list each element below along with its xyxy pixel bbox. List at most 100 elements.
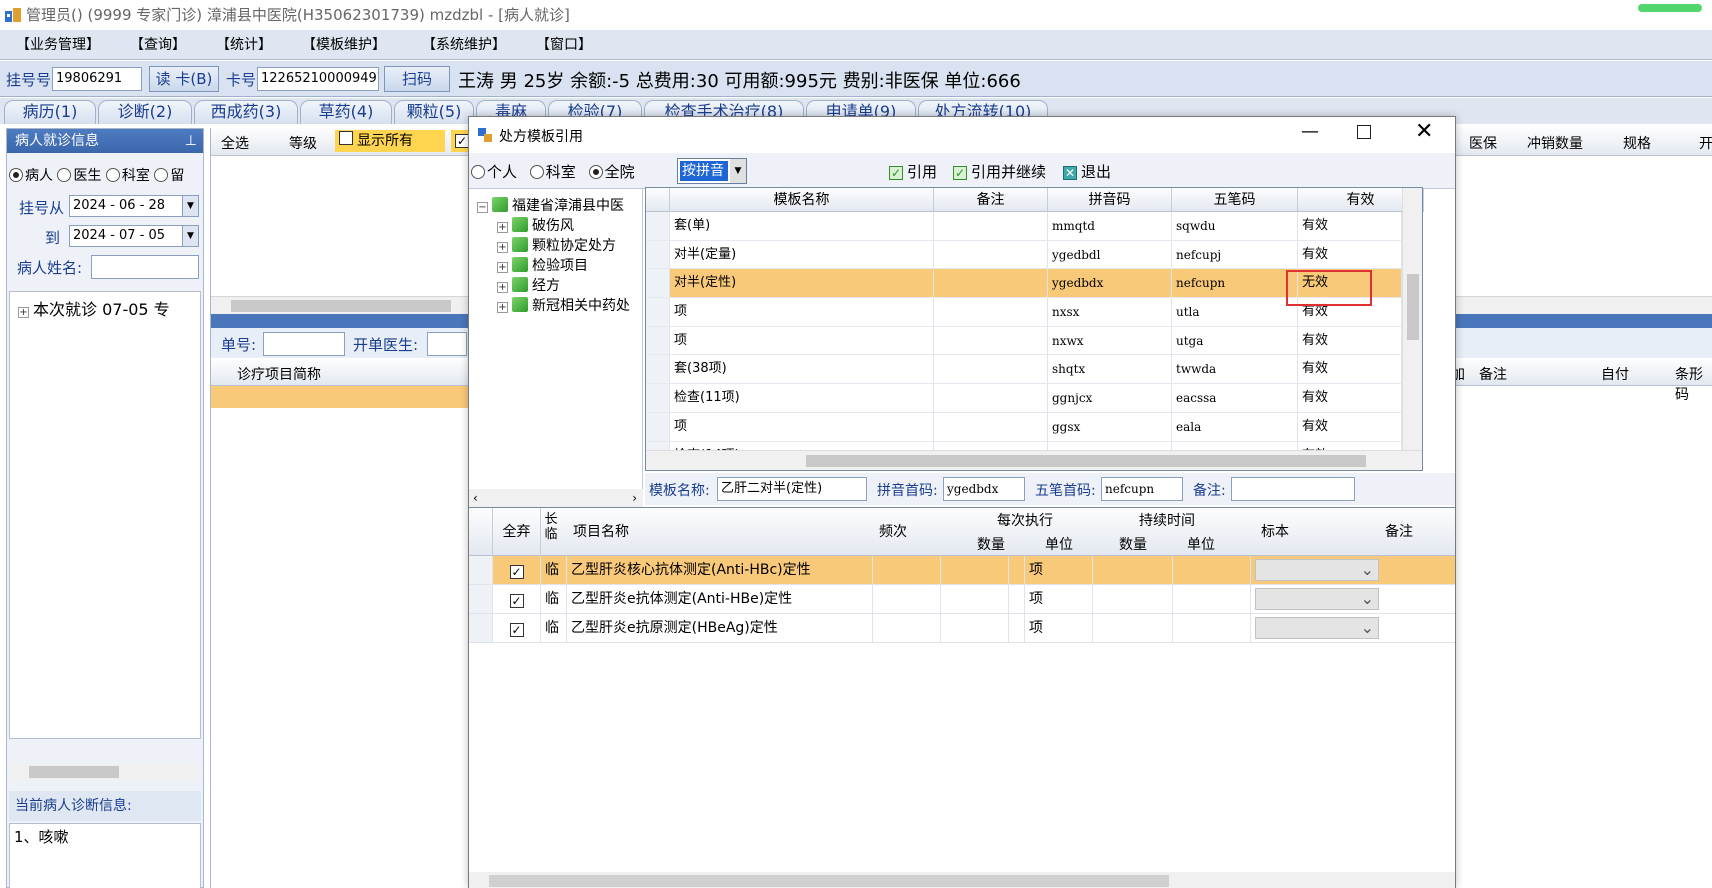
template-row[interactable]: 套(单) mmqtd sqwdu 有效 <box>646 212 1402 241</box>
menu-stats[interactable]: 【统计】 <box>216 36 272 54</box>
template-row[interactable]: 项 ggsx eala 有效 <box>646 412 1402 442</box>
cell-empty[interactable] <box>1009 556 1025 584</box>
detail-row[interactable]: ✓ 临乙型肝炎e抗原测定(HBeAg)定性 项 <box>469 614 1455 643</box>
discard-checkbox[interactable]: ✓ <box>493 585 541 613</box>
cell-empty[interactable] <box>941 585 1009 613</box>
apply-button[interactable]: ✓ 引用 <box>889 161 937 182</box>
tab-medical-record[interactable]: 病历(1) <box>4 100 96 124</box>
chevron-down-icon[interactable]: ▼ <box>730 159 746 183</box>
chevron-right-icon[interactable]: › <box>632 489 637 507</box>
chevron-down-icon[interactable]: ▼ <box>182 196 198 216</box>
expand-icon[interactable]: + <box>18 307 29 318</box>
visit-tree-item[interactable]: + 本次就诊 07-05 专 <box>18 296 170 320</box>
cell-empty[interactable] <box>873 585 941 613</box>
read-card-button[interactable]: 读 卡(B) <box>149 66 219 92</box>
cell-empty[interactable] <box>941 556 1009 584</box>
cell-empty[interactable] <box>1093 614 1173 642</box>
tree-item-tetanus[interactable]: + 破伤风 <box>497 215 574 235</box>
horizontal-scrollbar[interactable] <box>9 763 201 781</box>
tree-item-granule[interactable]: + 颗粒协定处方 <box>497 235 616 255</box>
tree-item-covid[interactable]: + 新冠相关中药处 <box>497 295 643 315</box>
col-template-name[interactable]: 模板名称 <box>670 188 934 212</box>
template-row[interactable]: 套(38项) shqtx twwda 有效 <box>646 355 1402 385</box>
scrollbar-thumb[interactable] <box>29 766 119 778</box>
scrollbar-thumb[interactable] <box>806 455 1366 467</box>
menu-business[interactable]: 【业务管理】 <box>16 36 100 54</box>
scrollbar-thumb[interactable] <box>489 875 1169 887</box>
cell-empty[interactable] <box>1173 614 1251 642</box>
search-mode-select[interactable]: 按拼音 ▼ <box>677 158 747 184</box>
cell-empty[interactable] <box>873 614 941 642</box>
order-number-input[interactable] <box>263 332 345 356</box>
tree-item-lab[interactable]: + 检验项目 <box>497 255 588 275</box>
template-row[interactable]: 项 nxwx utga 有效 <box>646 326 1402 356</box>
chevron-down-icon[interactable]: ▼ <box>182 226 198 246</box>
specimen-dropdown[interactable] <box>1255 585 1379 613</box>
cell-empty[interactable] <box>1093 556 1173 584</box>
template-row[interactable]: 对半(定量) ygedbdl nefcupj 有效 <box>646 240 1402 270</box>
discard-checkbox[interactable]: ✓ <box>493 614 541 642</box>
tree-hscroll[interactable]: ‹ › <box>469 489 643 507</box>
radio-personal[interactable] <box>471 165 485 179</box>
radio-hospital[interactable] <box>588 165 603 179</box>
template-row[interactable]: 检查(11项) ggnjcx eacssa 有效 <box>646 384 1402 413</box>
date-from-picker[interactable]: 2024 - 06 - 28 ▼ <box>69 195 199 217</box>
tab-herbal[interactable]: 草药(4) <box>300 100 392 124</box>
note-input[interactable] <box>1231 477 1355 501</box>
cell-empty[interactable] <box>941 614 1009 642</box>
cell-empty[interactable] <box>1093 585 1173 613</box>
radio-department[interactable] <box>105 168 120 182</box>
template-hscroll[interactable] <box>646 450 1422 470</box>
chevron-left-icon[interactable]: ‹ <box>473 489 478 507</box>
col-wubi[interactable]: 五笔码 <box>1172 188 1298 212</box>
specimen-dropdown[interactable] <box>1255 614 1379 642</box>
reg-number-input[interactable]: 19806291 <box>52 67 142 91</box>
scrollbar-thumb[interactable] <box>231 300 451 312</box>
minimize-icon[interactable]: — <box>1301 121 1319 142</box>
tree-item-classic[interactable]: + 经方 <box>497 275 560 295</box>
detail-row[interactable]: ✓ 临乙型肝炎e抗体测定(Anti-HBe)定性 项 <box>469 585 1455 614</box>
cell-empty[interactable] <box>1173 556 1251 584</box>
cell-empty[interactable] <box>1009 614 1025 642</box>
tree-root[interactable]: − 福建省漳浦县中医 <box>477 195 624 215</box>
menu-system[interactable]: 【系统维护】 <box>422 36 506 54</box>
menu-template[interactable]: 【模板维护】 <box>302 36 386 54</box>
show-all-checkbox[interactable]: 显示所有 <box>335 130 445 152</box>
detail-row[interactable]: ✓ 临乙型肝炎核心抗体测定(Anti-HBc)定性 项 <box>469 556 1455 585</box>
menu-window[interactable]: 【窗口】 <box>536 36 592 54</box>
pinyin-input[interactable]: ygedbdx <box>943 477 1025 501</box>
apply-continue-button[interactable]: ✓ 引用并继续 <box>953 161 1046 182</box>
specimen-dropdown[interactable] <box>1255 556 1379 584</box>
menu-query[interactable]: 【查询】 <box>130 36 186 54</box>
order-row-selected[interactable] <box>211 386 469 408</box>
doctor-input[interactable] <box>427 332 467 356</box>
wubi-input[interactable]: nefcupn <box>1101 477 1183 501</box>
date-to-picker[interactable]: 2024 - 07 - 05 ▼ <box>69 225 199 247</box>
col-all-discard[interactable]: 全弃 <box>493 508 541 556</box>
template-name-input[interactable]: 乙肝二对半(定性) <box>717 477 867 501</box>
radio-patient[interactable] <box>9 168 23 182</box>
template-vscroll[interactable] <box>1402 188 1422 450</box>
scan-button[interactable]: 扫码 <box>384 66 450 92</box>
tab-diagnosis[interactable]: 诊断(2) <box>98 100 192 124</box>
select-all-col[interactable]: 全选 <box>221 133 249 153</box>
cell-empty[interactable] <box>1173 585 1251 613</box>
col-pinyin[interactable]: 拼音码 <box>1048 188 1172 212</box>
cell-empty[interactable] <box>873 556 941 584</box>
close-icon[interactable]: ✕ <box>1415 119 1433 144</box>
tab-western-medicine[interactable]: 西成药(3) <box>194 100 298 124</box>
radio-stay[interactable] <box>154 168 169 182</box>
scrollbar-thumb[interactable] <box>1407 274 1419 340</box>
cell-empty[interactable] <box>1009 585 1025 613</box>
col-note[interactable]: 备注 <box>934 188 1048 212</box>
maximize-icon[interactable] <box>1357 125 1371 139</box>
tab-granule[interactable]: 颗粒(5) <box>394 100 474 124</box>
detail-hscroll[interactable] <box>469 872 1455 888</box>
discard-checkbox[interactable]: ✓ <box>493 556 541 584</box>
card-number-input[interactable]: 122652100009497​6 <box>257 67 379 91</box>
radio-doctor[interactable] <box>57 168 72 182</box>
radio-department[interactable] <box>529 165 544 179</box>
pin-icon[interactable]: ⊥ <box>185 129 197 153</box>
exit-button[interactable]: ✕ 退出 <box>1063 161 1111 182</box>
patient-name-input[interactable] <box>91 255 199 279</box>
